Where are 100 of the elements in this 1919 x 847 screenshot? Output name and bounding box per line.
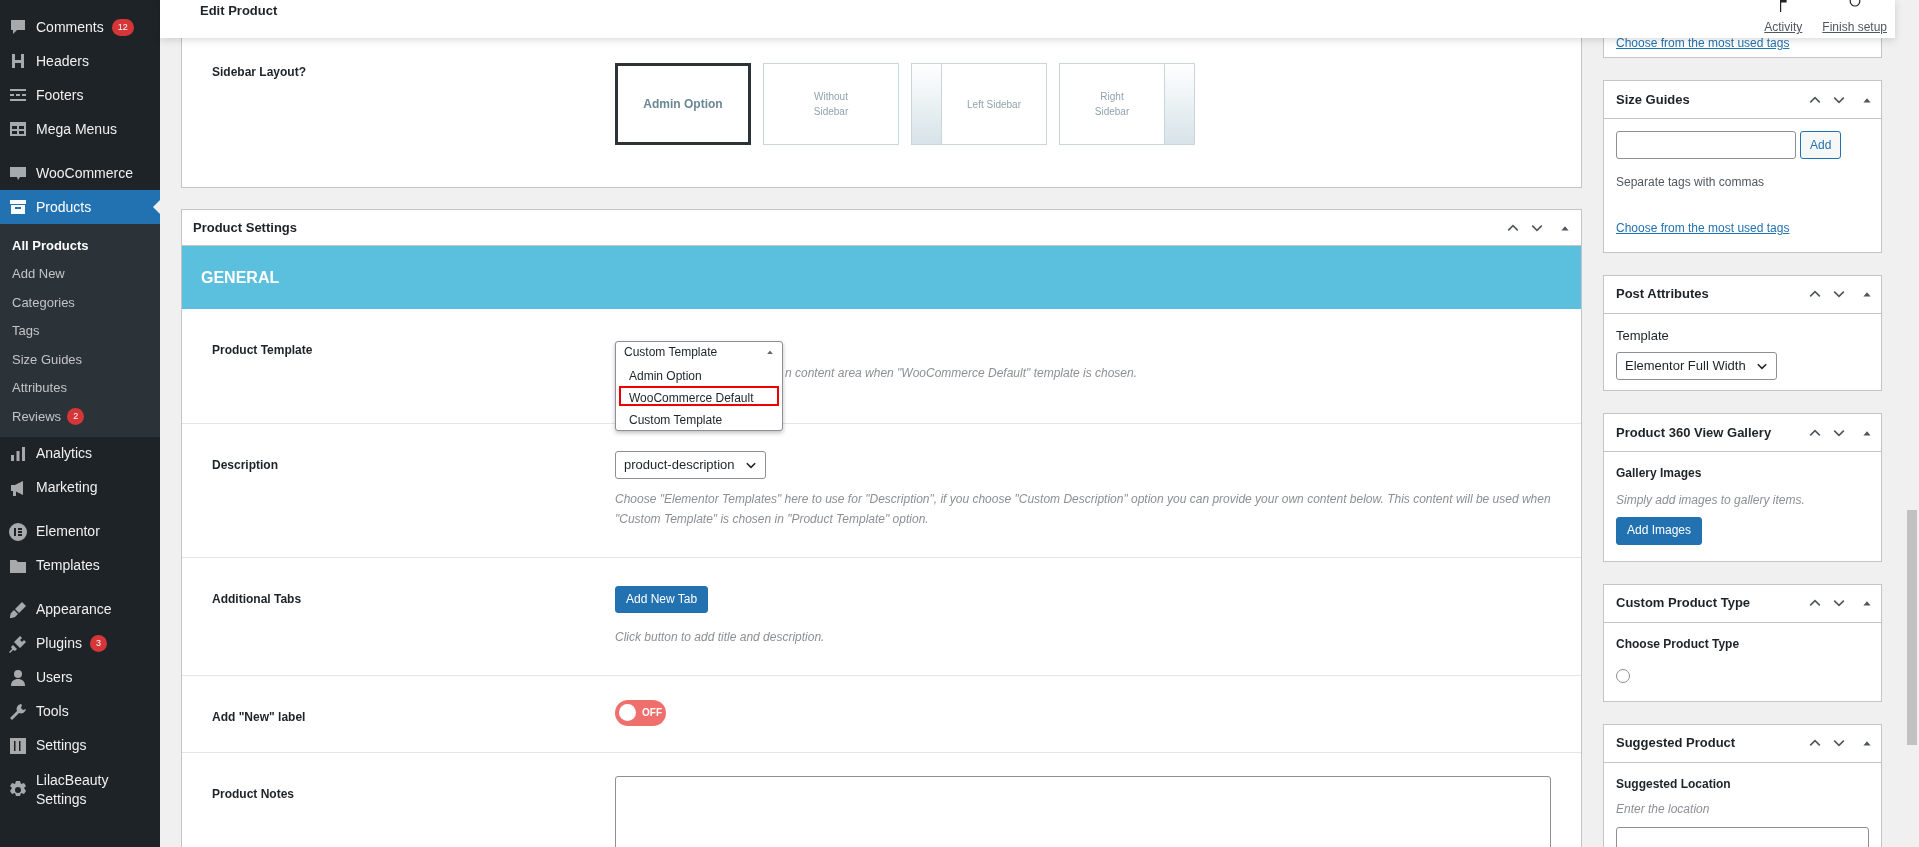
sliders-icon [8, 735, 28, 756]
tag-input[interactable] [1616, 131, 1796, 159]
wrench-icon [8, 701, 28, 722]
select-field[interactable]: product-description [615, 450, 766, 479]
field-label: Additional Tabs [212, 590, 303, 608]
notes-field[interactable] [615, 776, 1551, 847]
panel-title: Post Attributes [1616, 285, 1709, 304]
panel-title: Suggested Product [1616, 734, 1736, 753]
radio-button[interactable] [1616, 668, 1630, 683]
archive-box-icon [8, 197, 28, 217]
menu-item[interactable]: Headers [0, 44, 160, 78]
add-images-button[interactable]: Add Images [1616, 517, 1703, 545]
menu-item[interactable]: Settings [0, 728, 160, 763]
submenu-item[interactable]: Tags [0, 316, 160, 345]
menu-item-label: Tools [36, 702, 69, 721]
panel-title: Custom Product Type [1616, 594, 1751, 613]
menu-item[interactable]: Mega Menus [0, 112, 160, 146]
panel-title: Size Guides [1616, 90, 1690, 109]
dropdown-option[interactable]: Custom Template [619, 408, 779, 428]
person-icon [8, 667, 28, 688]
menu-item[interactable]: Elementor [0, 514, 160, 549]
caret-up-icon [766, 348, 774, 356]
submenu-item[interactable]: Add New [0, 259, 160, 288]
submenu-item[interactable]: Attributes [0, 373, 160, 402]
help-text: Choose "Elementor Templates" here to use for "Description", if you choose "Custom Description" option you can provide your own content below. This content will be used when "Custom Template" is chosen in "Product Template" option. [615, 490, 1551, 528]
menu-item-label: Footers [36, 85, 84, 105]
menu-item-label: Settings [36, 736, 87, 755]
menu-item-label: Users [36, 668, 73, 687]
menu-item[interactable]: Plugins 3 [0, 626, 160, 661]
count-badge: 12 [111, 18, 134, 36]
select-field[interactable]: Elementor Full Width [1616, 352, 1777, 380]
dropdown-list[interactable]: Custom Template Admin Option WooCommerce Default Custom Template [615, 341, 783, 431]
menu-item-label: Products [36, 197, 92, 217]
menu-item[interactable]: Tools [0, 694, 160, 729]
submenu-item[interactable]: Categories [0, 288, 160, 317]
menu-item[interactable]: Comments 12 [0, 10, 160, 44]
plug-icon [8, 633, 28, 654]
menu-item-label: Plugins [36, 634, 82, 653]
field-label: Sidebar Layout? [212, 64, 307, 81]
menu-item-label: Marketing [36, 478, 98, 497]
menu-item[interactable]: Users [0, 660, 160, 695]
field-label: Gallery Images [1616, 465, 1703, 482]
layout-option[interactable]: Admin Option [615, 63, 751, 145]
field-label: Template [1616, 326, 1670, 345]
add-tab-button[interactable]: Add New Tab [615, 585, 709, 614]
submenu-item[interactable]: Reviews 2 [0, 402, 160, 431]
submenu-item[interactable]: Size Guides [0, 345, 160, 374]
section-header: GENERAL [182, 246, 1581, 309]
count-badge: 2 [67, 407, 85, 425]
submenu-item-label: All Products [12, 236, 89, 255]
menu-item[interactable]: Footers [0, 78, 160, 112]
menu-item[interactable]: LilacBeauty Settings [0, 772, 160, 807]
header-action-link[interactable]: Activity [1764, 0, 1803, 33]
paintbrush-icon [8, 599, 28, 620]
menu-item-label: Comments [36, 17, 104, 37]
tags-link[interactable]: Choose from the most used tags [1616, 219, 1790, 237]
menu-item-label: Mega Menus [36, 119, 117, 139]
submenu-item-label: Attributes [12, 379, 67, 397]
menu-item[interactable]: WooCommerce [0, 156, 160, 190]
tags-link[interactable]: Choose from the most used tags [1616, 36, 1790, 50]
menu-item[interactable]: Templates [0, 548, 160, 583]
menu-item[interactable]: Appearance [0, 592, 160, 627]
comment-bubble-icon [8, 17, 28, 37]
menu-item-label: WooCommerce [36, 163, 133, 183]
hint-text: Simply add images to gallery items. [1616, 492, 1806, 509]
header-action-link[interactable]: Finish setup [1822, 0, 1887, 33]
submenu-item-label: Categories [12, 293, 75, 312]
field-label: Add "New" label [212, 709, 307, 727]
menu-item[interactable]: Marketing [0, 470, 160, 505]
panel-title: Product Settings [193, 218, 297, 237]
count-badge: 3 [89, 635, 107, 652]
field-label: Choose Product Type [1616, 635, 1741, 653]
menu-item[interactable]: Products [0, 190, 160, 224]
help-text: n content area when "WooCommerce Default" template is chosen. [785, 365, 1138, 382]
dropdown-option[interactable]: Admin Option [619, 364, 779, 384]
table-grid-icon [8, 119, 28, 139]
menu-item-label: Templates [36, 556, 100, 575]
field-label: Suggested Location [1616, 775, 1732, 793]
submenu-item-label: Add New [12, 265, 65, 283]
selected-value: Custom Template [624, 344, 718, 361]
submenu-item-label: Reviews [12, 407, 62, 426]
panel-title: Product 360 View Gallery [1616, 423, 1772, 442]
field-label: Product Template [212, 342, 314, 359]
add-button[interactable]: Add [1800, 131, 1842, 159]
help-text: Click button to add title and description. [615, 629, 826, 647]
field-label: Product Notes [212, 786, 295, 804]
menu-item-label: Analytics [36, 444, 93, 463]
submenu-item-label: Tags [12, 322, 40, 340]
menu-item-label: Appearance [36, 600, 112, 619]
menu-item-label: Headers [36, 51, 89, 71]
submenu-item-label: Size Guides [12, 350, 83, 369]
page-title: Edit Product [200, 2, 278, 20]
menu-item-label: LilacBeauty Settings [36, 771, 110, 808]
field-label: Description [212, 457, 279, 474]
hint-text: Separate tags with commas [1616, 174, 1766, 191]
hint-text: Enter the location [1616, 800, 1711, 818]
submenu-item[interactable]: All Products [0, 231, 160, 260]
dropdown-option[interactable]: WooCommerce Default [619, 386, 779, 406]
menu-item-label: Elementor [36, 522, 100, 541]
menu-item[interactable]: Analytics [0, 436, 160, 471]
